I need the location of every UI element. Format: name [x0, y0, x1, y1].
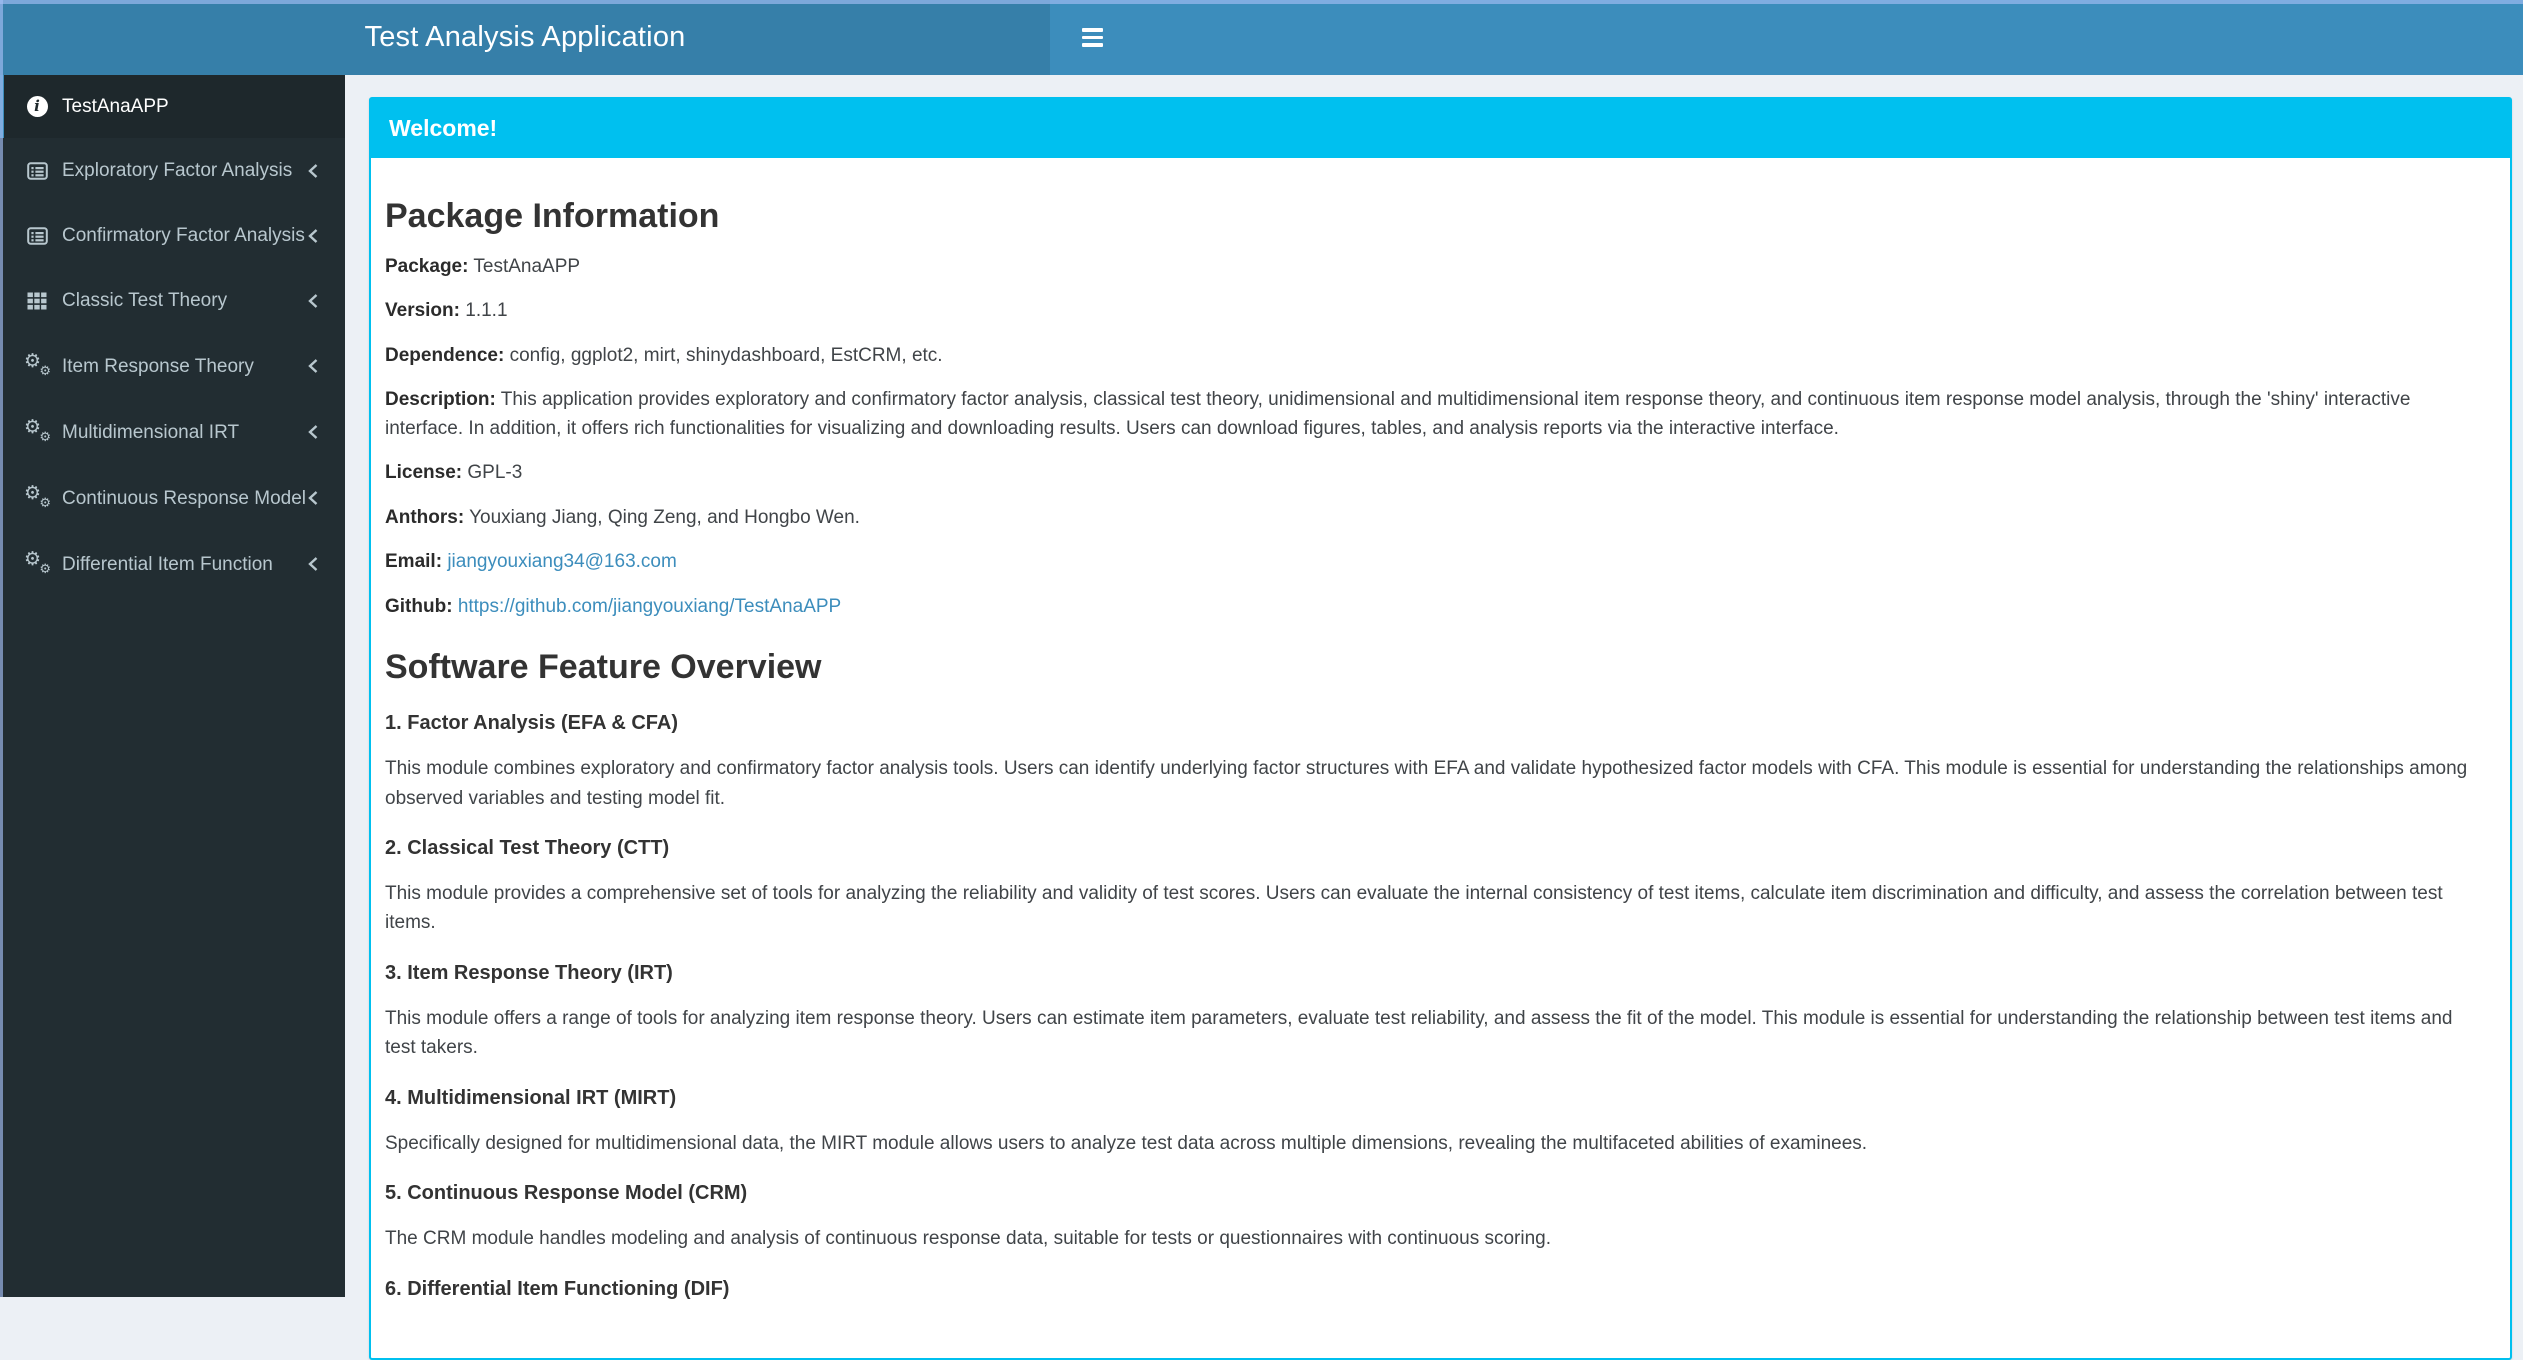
gears-icon: ⚙ ⚙: [24, 350, 51, 379]
field-dependence: Dependence: config, ggplot2, mirt, shiny…: [385, 344, 943, 366]
email-link[interactable]: jiangyouxiang34@163.com: [447, 551, 677, 572]
sidebar-toggle-button[interactable]: [1072, 18, 1113, 57]
logo-area: Test Analysis Application: [0, 0, 1050, 75]
chevron-left-icon: [307, 490, 319, 506]
welcome-box-header: Welcome!: [371, 99, 2510, 158]
field-anthors: Anthors: Youxiang Jiang, Qing Zeng, and …: [385, 506, 860, 528]
sidebar-item-label: TestAnaAPP: [62, 96, 169, 117]
chevron-left-icon: [307, 163, 319, 179]
feature-title-efa-cfa: 1. Factor Analysis (EFA & CFA): [385, 712, 679, 735]
feature-text-crm: The CRM module handles modeling and anal…: [385, 1228, 1551, 1250]
feature-title-crm: 5. Continuous Response Model (CRM): [385, 1182, 748, 1205]
field-email: Email: jiangyouxiang34@163.com: [385, 551, 677, 573]
sidebar-item-classic-test-theory[interactable]: Classic Test Theory: [0, 268, 345, 333]
sidebar-item-label: Item Response Theory: [62, 355, 254, 377]
features-heading: Software Feature Overview: [385, 648, 822, 687]
sidebar: i TestAnaAPP Exploratory Factor Analysis: [0, 75, 345, 1297]
list-alt-icon: [25, 226, 49, 245]
package-info-heading: Package Information: [385, 197, 720, 235]
sidebar-item-item-response-theory[interactable]: ⚙ ⚙ Item Response Theory: [0, 333, 345, 399]
sidebar-item-confirmatory-factor-analysis[interactable]: Confirmatory Factor Analysis: [0, 203, 345, 268]
chevron-left-icon: [307, 556, 319, 572]
field-github: Github: https://github.com/jiangyouxiang…: [385, 595, 842, 617]
table-grid-icon: [25, 292, 49, 310]
navbar: [1050, 0, 2523, 75]
window-edge-top: [0, 0, 2523, 4]
sidebar-item-testanaapp[interactable]: i TestAnaAPP: [0, 75, 345, 138]
sidebar-item-differential-item-function[interactable]: ⚙ ⚙ Differential Item Function: [0, 531, 345, 597]
app-title: Test Analysis Application: [364, 21, 686, 53]
feature-title-mirt: 4. Multidimensional IRT (MIRT): [385, 1086, 677, 1109]
chevron-left-icon: [307, 424, 319, 440]
main-content: Welcome! Package Information Package: Te…: [345, 75, 2523, 1360]
sidebar-item-label: Multidimensional IRT: [62, 421, 240, 443]
gears-icon: ⚙ ⚙: [24, 548, 51, 577]
welcome-box-body: Package Information Package: TestAnaAPP …: [371, 158, 2510, 1358]
field-package: Package: TestAnaAPP: [385, 255, 581, 277]
chevron-left-icon: [307, 358, 319, 374]
chevron-left-icon: [307, 228, 319, 244]
feature-title-irt: 3. Item Response Theory (IRT): [385, 961, 673, 984]
window-edge-left: [0, 0, 3, 1297]
sidebar-item-continuous-response-model[interactable]: ⚙ ⚙ Continuous Response Model: [0, 465, 345, 531]
sidebar-item-multidimensional-irt[interactable]: ⚙ ⚙ Multidimensional IRT: [0, 399, 345, 465]
feature-text-mirt: Specifically designed for multidimension…: [385, 1132, 1868, 1154]
welcome-box: Welcome! Package Information Package: Te…: [369, 97, 2512, 1360]
sidebar-item-label: Confirmatory Factor Analysis: [62, 225, 305, 246]
feature-text-irt: This module offers a range of tools for …: [385, 1007, 2453, 1059]
field-version: Version: 1.1.1: [385, 300, 508, 322]
gears-icon: ⚙ ⚙: [24, 416, 51, 445]
feature-title-ctt: 2. Classical Test Theory (CTT): [385, 836, 670, 859]
welcome-title: Welcome!: [389, 115, 498, 141]
github-link[interactable]: https://github.com/jiangyouxiang/TestAna…: [458, 596, 841, 617]
hamburger-icon: [1082, 28, 1103, 47]
chevron-left-icon: [307, 293, 319, 309]
app-header: Test Analysis Application: [0, 0, 2523, 75]
sidebar-item-exploratory-factor-analysis[interactable]: Exploratory Factor Analysis: [0, 138, 345, 203]
field-description: Description: This application provides e…: [385, 389, 2411, 439]
gears-icon: ⚙ ⚙: [24, 482, 51, 511]
sidebar-item-label: Exploratory Factor Analysis: [62, 160, 293, 181]
sidebar-item-label: Differential Item Function: [62, 553, 273, 575]
sidebar-item-label: Classic Test Theory: [62, 290, 228, 311]
list-alt-icon: [25, 161, 49, 180]
feature-text-ctt: This module provides a comprehensive set…: [385, 882, 2443, 934]
feature-text-efa-cfa: This module combines exploratory and con…: [385, 758, 2468, 809]
info-circle-icon: i: [25, 96, 49, 117]
feature-title-dif: 6. Differential Item Functioning (DIF): [385, 1277, 730, 1300]
field-license: License: GPL-3: [385, 462, 523, 484]
sidebar-item-label: Continuous Response Model: [62, 487, 306, 509]
